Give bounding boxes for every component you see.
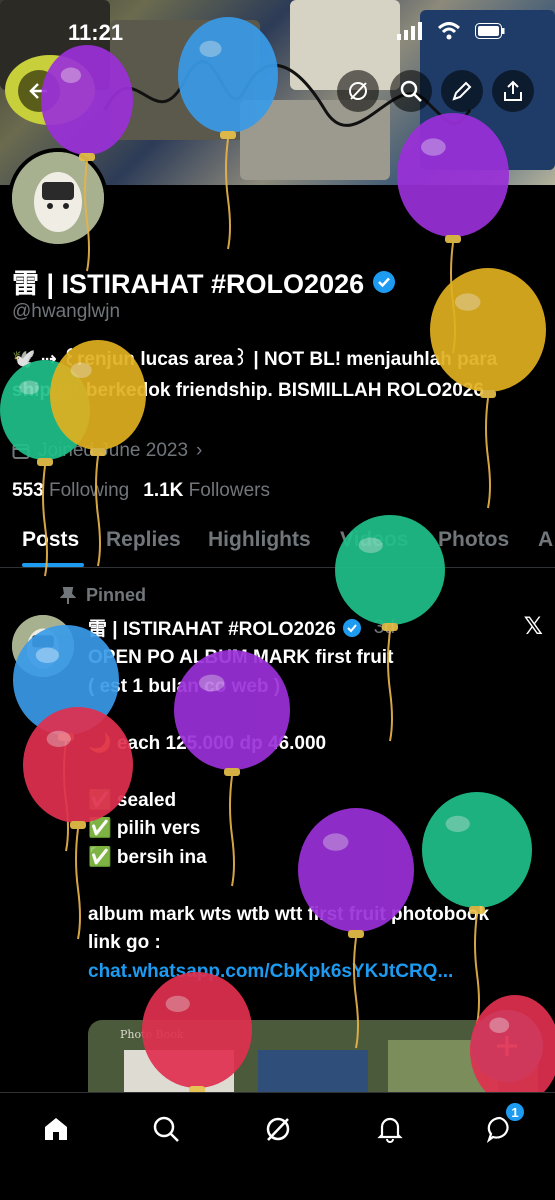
pinned-label: Pinned (60, 585, 146, 606)
post-text: OPEN PO ALBUM MARK first fruit ( est 1 b… (88, 644, 528, 986)
grok-icon (266, 1117, 290, 1141)
profile-bio: 🕊️ ⇢ ꒰renjun lucas area꒱ | NOT BL! menja… (12, 349, 498, 401)
notifications-icon (377, 1117, 403, 1143)
display-name: 雷 | ISTIRAHAT #ROLO2026 (12, 269, 365, 299)
pin-icon (60, 586, 76, 604)
followers-count: 1.1K (143, 480, 184, 501)
following-label: Following (48, 480, 130, 501)
tab-photos[interactable]: Photos (438, 528, 509, 552)
messages-badge: 1 (504, 1101, 526, 1123)
edit-button[interactable] (441, 70, 483, 112)
bottom-navigation: 1 (0, 1092, 555, 1200)
grok-button[interactable] (337, 70, 379, 112)
calendar-icon (12, 444, 30, 459)
plus-icon (497, 1036, 517, 1056)
profile-handle: @hwanglwjn (12, 301, 121, 322)
wifi-icon (437, 22, 461, 40)
verified-icon (373, 270, 396, 293)
tab-videos[interactable]: Videos (340, 528, 408, 552)
verified-icon (342, 618, 361, 637)
followers-label: Followers (188, 480, 270, 501)
tab-posts[interactable]: Posts (22, 528, 79, 552)
post-author[interactable]: 雷 | ISTIRAHAT #ROLO2026 (88, 614, 336, 641)
tab-highlights[interactable]: Highlights (208, 528, 311, 552)
share-button[interactable] (492, 70, 534, 112)
avatar-image (12, 152, 104, 244)
tab-more[interactable]: A (538, 528, 553, 552)
nav-home[interactable] (36, 1109, 76, 1149)
post-media[interactable]: Photo Book (88, 1020, 538, 1100)
following-count: 553 (12, 480, 44, 501)
x-logo-icon: 𝕏 (523, 613, 543, 640)
status-bar: 11:21 (0, 0, 555, 64)
back-button[interactable] (18, 70, 60, 112)
post-avatar-image (12, 615, 74, 677)
battery-icon (475, 23, 505, 39)
follow-stats: 553 Following 1.1K Followers (12, 480, 270, 502)
media-caption: Photo Book (120, 1028, 184, 1041)
edit-icon (452, 81, 472, 101)
tab-replies[interactable]: Replies (106, 528, 181, 552)
nav-grok[interactable] (258, 1109, 298, 1149)
search-icon (153, 1116, 179, 1142)
post-link[interactable]: chat.whatsapp.com/CbKpk6sYKJtCRQ... (88, 961, 453, 982)
profile-tabs: Posts Replies Highlights Videos Photos A (0, 520, 555, 568)
nav-notifications[interactable] (370, 1109, 410, 1149)
followers-link[interactable]: 1.1K Followers (143, 480, 270, 502)
profile-name: 雷 | ISTIRAHAT #ROLO2026 (12, 262, 396, 301)
nav-messages[interactable]: 1 (480, 1101, 526, 1149)
following-link[interactable]: 553 Following (12, 480, 129, 502)
post-time: 3d (373, 616, 395, 638)
avatar[interactable] (8, 148, 108, 248)
share-icon (504, 80, 522, 101)
grok-icon (349, 82, 367, 100)
nav-search[interactable] (146, 1109, 186, 1149)
status-time: 11:21 (68, 20, 124, 45)
post-text-content: OPEN PO ALBUM MARK first fruit ( est 1 b… (88, 647, 490, 953)
pinned-text: Pinned (86, 585, 147, 605)
post-avatar[interactable] (12, 615, 74, 677)
search-icon (400, 80, 422, 102)
signal-icon (397, 22, 422, 40)
active-tab-indicator (22, 563, 84, 567)
compose-button[interactable] (471, 1010, 543, 1082)
search-button[interactable] (390, 70, 432, 112)
joined-text: Joined June 2023 (38, 440, 189, 461)
chevron-right-icon[interactable]: › (196, 440, 202, 462)
home-icon (45, 1118, 67, 1140)
back-arrow-icon (29, 83, 47, 99)
post-header: 雷 | ISTIRAHAT #ROLO2026 3d (88, 614, 395, 641)
joined-date: Joined June 2023 › (12, 440, 202, 462)
